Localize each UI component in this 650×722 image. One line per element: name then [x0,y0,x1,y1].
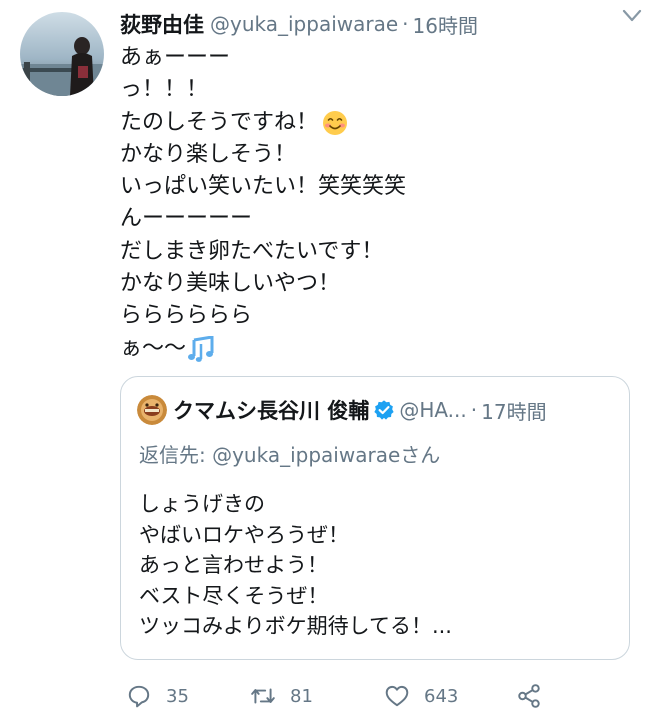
share-button[interactable] [516,678,542,714]
musical-notes-emoji-icon [188,335,214,362]
tweet-line: らららららら [120,303,253,329]
reply-count: 35 [166,685,189,707]
quoted-tweet-line: しょうげきの [139,492,265,516]
tweet-line: ぁ〜〜 [120,333,620,365]
author-handle[interactable]: @yuka_ippaiwarae [210,12,398,36]
retweet-icon [251,688,275,704]
quoted-tweet-card[interactable]: クマムシ長谷川 俊輔 @HA... · 17時間 返信先: @yuka_ippa… [120,376,630,660]
chevron-down-icon[interactable] [622,8,642,22]
quoted-tweet-line: ツッコみよりボケ期待してる！... [139,614,452,638]
quoted-tweet-timestamp: 17時間 [481,399,547,424]
tweet-line: たのしそうですね！ [120,107,620,139]
retweet-count: 81 [290,685,313,707]
tweet-action-bar: 35 81 643 [120,678,630,714]
tweet-line: あぁーーー [120,45,231,70]
avatar-image [20,12,104,96]
verified-icon [374,400,394,420]
reply-to-label: 返信先: @yuka_ippaiwaraeさん [139,443,441,467]
tweet-line: だしまき卵たべたいです！ [120,238,384,264]
tweet-line: かなり美味しいやつ！ [120,271,341,297]
tweet-header: 荻野由佳 @yuka_ippaiwarae · 16時間 [120,8,630,40]
quoted-tweet-text: しょうげきの やばいロケやろうぜ！ あっと言わせよう！ ベスト尽くそうぜ！ ツッ… [139,489,609,642]
tweet-timestamp[interactable]: 16時間 [413,10,478,39]
tweet-line: いっぱい笑いたい！笑笑笑笑 [120,174,407,200]
tweet-line: かなり楽しそう！ [120,141,297,167]
quoted-tweet-header: クマムシ長谷川 俊輔 @HA... · 17時間 [137,393,613,427]
author-name[interactable]: 荻野由佳 [120,9,204,39]
retweet-button[interactable]: 81 [250,678,313,714]
reply-icon [128,685,150,708]
smiling-face-emoji-icon [323,110,348,135]
tweet-line: んーーーーー [120,206,253,232]
like-button[interactable]: 643 [384,678,458,714]
separator-dot: · [470,398,478,422]
tweet-text: あぁーーー っ！！！ たのしそうですね！ かなり楽しそう！ いっぱい笑いたい！笑… [120,42,620,365]
heart-icon [385,685,409,707]
reply-button[interactable]: 35 [126,678,189,714]
quoted-tweet-line: ベスト尽くそうぜ！ [139,583,329,608]
quoted-tweet-line: やばいロケやろうぜ！ [139,522,349,547]
tweet-line: っ！！！ [120,77,209,103]
share-icon [518,684,540,708]
like-count: 643 [424,685,459,707]
quoted-author-avatar [137,395,167,425]
author-avatar[interactable] [20,12,104,96]
quoted-author-handle: @HA... [399,398,467,422]
separator-dot: · [402,12,409,36]
quoted-author-name: クマムシ長谷川 俊輔 [173,399,370,423]
quoted-tweet-line: あっと言わせよう！ [139,553,328,577]
